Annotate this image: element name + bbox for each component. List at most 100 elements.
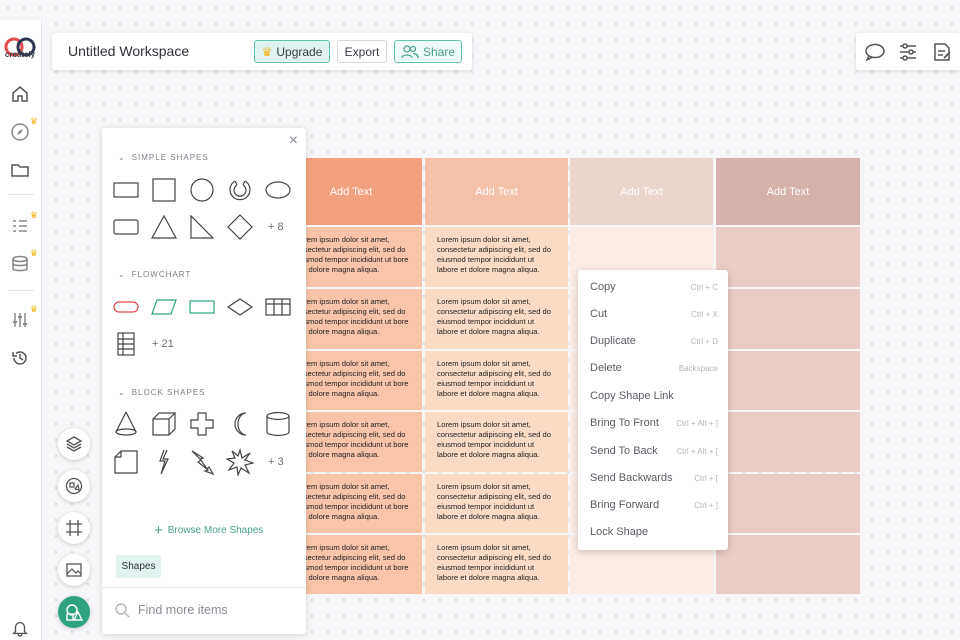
table-body-cell[interactable] (716, 351, 860, 410)
database-icon[interactable]: ♛ (8, 248, 38, 276)
moon-shape[interactable] (226, 410, 254, 438)
rounded-rectangle-shape[interactable] (112, 213, 140, 241)
upgrade-button[interactable]: ♛ Upgrade (254, 40, 330, 63)
chevron-down-icon: ⌄ (118, 270, 126, 279)
export-label: Export (344, 44, 380, 59)
decision-shape[interactable] (226, 293, 254, 321)
layers-button[interactable] (58, 428, 90, 460)
table-body-cell[interactable]: Lorem ipsum dolor sit amet, consectetur … (425, 474, 568, 533)
settings-sliders-icon[interactable] (897, 41, 919, 63)
section-title: FLOWCHART (131, 270, 192, 279)
context-menu-item[interactable]: Duplicate Ctrl + D (590, 335, 718, 347)
menu-item-shortcut: Ctrl + Alt + [ (676, 446, 718, 456)
right-toolbar (856, 33, 960, 70)
more-simple-shapes[interactable]: + 8 (268, 221, 284, 233)
notes-icon[interactable] (931, 41, 953, 63)
rail-divider (8, 194, 34, 195)
ellipse-shape[interactable] (264, 176, 292, 204)
table-body-cell[interactable]: Lorem ipsum dolor sit amet, consectetur … (425, 289, 568, 349)
list-icon[interactable]: ♛ (8, 210, 38, 238)
triangle-shape[interactable] (150, 213, 178, 241)
context-menu-item[interactable]: Copy Ctrl + C (590, 281, 718, 293)
layers-icon (65, 436, 83, 452)
folder-icon[interactable] (8, 158, 32, 182)
menu-item-label: Copy Shape Link (590, 390, 674, 402)
table-grid-shape[interactable] (264, 293, 292, 321)
table-body-cell[interactable] (716, 474, 860, 533)
menu-item-shortcut: Backspace (678, 363, 718, 373)
shapes-tab[interactable]: Shapes (116, 555, 161, 578)
context-menu-item[interactable]: Delete Backspace (590, 362, 718, 374)
table-body-cell[interactable] (716, 412, 860, 472)
bell-icon[interactable] (8, 616, 32, 640)
more-block-shapes[interactable]: + 3 (268, 456, 284, 468)
table-body-cell[interactable]: Lorem ipsum dolor sit amet, consectetur … (425, 351, 568, 410)
plus-icon: + (154, 522, 163, 539)
section-block-shapes[interactable]: ⌄ BLOCK SHAPES (118, 388, 206, 397)
find-more-items-search[interactable]: Find more items (114, 602, 228, 618)
context-menu-item[interactable]: Send To Back Ctrl + Alt + [ (590, 445, 718, 457)
table-body-cell[interactable] (716, 227, 860, 287)
rectangle-shape[interactable] (112, 176, 140, 204)
frame-icon (66, 520, 82, 536)
shapes-library-button[interactable] (58, 470, 90, 502)
context-menu-item[interactable]: Cut Ctrl + X (590, 308, 718, 320)
home-icon[interactable] (8, 82, 32, 106)
circle-shape[interactable] (188, 176, 216, 204)
share-label: Share (422, 44, 456, 59)
chevron-down-icon: ⌄ (118, 153, 126, 162)
section-simple-shapes[interactable]: ⌄ SIMPLE SHAPES (118, 153, 209, 162)
compass-icon[interactable]: ♛ (8, 116, 38, 144)
folded-corner-shape[interactable] (112, 448, 140, 476)
context-menu-item[interactable]: Send Backwards Ctrl + [ (590, 472, 718, 484)
explosion-shape[interactable] (226, 448, 254, 476)
process-shape[interactable] (188, 293, 216, 321)
table-body-cell[interactable] (716, 535, 860, 594)
context-menu-item[interactable]: Lock Shape (590, 526, 718, 538)
cube-shape[interactable] (150, 410, 178, 438)
terminator-shape[interactable] (112, 293, 140, 321)
image-button[interactable] (58, 554, 90, 586)
table-body-cell[interactable]: Lorem ipsum dolor sit amet, consectetur … (425, 227, 568, 287)
history-icon[interactable] (8, 346, 32, 370)
close-icon[interactable]: × (289, 132, 298, 150)
section-flowchart[interactable]: ⌄ FLOWCHART (118, 270, 191, 279)
table-header-cell[interactable]: Add Text (570, 158, 713, 225)
shapes-active-button[interactable] (58, 596, 90, 628)
menu-item-label: Delete (590, 362, 622, 374)
table-body-cell[interactable]: Lorem ipsum dolor sit amet, consectetur … (425, 535, 568, 594)
table-header-cell[interactable]: Add Text (716, 158, 860, 225)
more-flowchart-shapes[interactable]: + 21 (152, 338, 174, 350)
arc-shape[interactable] (226, 176, 254, 204)
frame-button[interactable] (58, 512, 90, 544)
square-shape[interactable] (150, 176, 178, 204)
cone-shape[interactable] (112, 410, 140, 438)
lightning-shape[interactable] (150, 448, 178, 476)
context-menu-item[interactable]: Bring To Front Ctrl + Alt + ] (590, 417, 718, 429)
workspace-title[interactable]: Untitled Workspace (68, 43, 189, 59)
share-button[interactable]: Share (394, 40, 462, 63)
table-body-cell[interactable]: Lorem ipsum dolor sit amet, consectetur … (425, 412, 568, 472)
comment-icon[interactable] (864, 41, 886, 63)
menu-item-label: Bring Forward (590, 499, 660, 511)
workspace-topbar: Untitled Workspace ♛ Upgrade Export Shar… (52, 33, 472, 70)
users-icon (401, 44, 419, 58)
data-parallelogram-shape[interactable] (150, 293, 178, 321)
table-body-cell[interactable] (716, 289, 860, 349)
table-header-cell[interactable]: Add Text (425, 158, 568, 225)
menu-item-label: Send Backwards (590, 472, 673, 484)
export-button[interactable]: Export (337, 40, 387, 63)
context-menu-item[interactable]: Bring Forward Ctrl + ] (590, 499, 718, 511)
premium-crown-icon: ♛ (29, 210, 38, 220)
lightning-bolt-shape[interactable] (188, 448, 216, 476)
list-table-shape[interactable] (112, 330, 140, 358)
diamond-shape[interactable] (226, 213, 254, 241)
menu-item-shortcut: Ctrl + [ (694, 473, 718, 483)
browse-more-shapes-link[interactable]: + Browse More Shapes (154, 522, 263, 539)
context-menu-item[interactable]: Copy Shape Link (590, 390, 718, 402)
right-triangle-shape[interactable] (188, 213, 216, 241)
menu-item-shortcut: Ctrl + C (690, 282, 718, 292)
sliders-icon[interactable]: ♛ (8, 304, 38, 332)
cylinder-shape[interactable] (264, 410, 292, 438)
cross-shape[interactable] (188, 410, 216, 438)
